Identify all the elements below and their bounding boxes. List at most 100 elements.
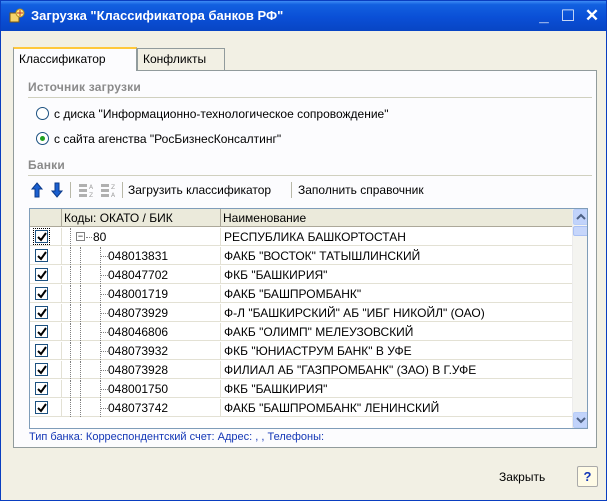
minimize-button[interactable]: _ xyxy=(533,6,555,26)
tree-line xyxy=(70,399,71,417)
row-checkbox[interactable] xyxy=(35,401,48,414)
maximize-button[interactable]: □ xyxy=(557,6,579,26)
tree-line xyxy=(86,237,92,238)
code-cell: −80 xyxy=(62,228,221,246)
check-cell xyxy=(30,380,62,398)
code-cell: 048073742 xyxy=(62,399,221,417)
tree-line xyxy=(70,342,71,360)
tree-line xyxy=(70,361,71,379)
scroll-up-button[interactable] xyxy=(573,209,587,225)
load-classifier-button[interactable]: Загрузить классификатор xyxy=(128,181,271,199)
banks-divider xyxy=(28,175,592,176)
table-row[interactable]: 048046806 ФАКБ "ОЛИМП" МЕЛЕУЗОВСКИЙ xyxy=(30,323,572,341)
scroll-thumb[interactable] xyxy=(573,226,587,236)
radio-source-site-label: с сайта агенства "РосБизнесКонсалтинг" xyxy=(54,132,282,146)
name-cell: ФАКБ "БАШПРОМБАНК" ЛЕНИНСКИЙ xyxy=(221,399,572,417)
table-row[interactable]: 048073932 ФКБ "ЮНИАСТРУМ БАНК" В УФЕ xyxy=(30,342,572,360)
row-name: Ф-Л "БАШКИРСКИЙ" АБ "ИБГ НИКОЙЛ" (ОАО) xyxy=(224,306,485,320)
tree-line xyxy=(80,380,81,398)
col-header-codes[interactable]: Коды: ОКАТО / БИК xyxy=(62,209,221,227)
tree-line xyxy=(70,285,71,303)
code-cell: 048001750 xyxy=(62,380,221,398)
svg-text:Z: Z xyxy=(111,184,115,191)
table-row[interactable]: 048013831 ФАКБ "ВОСТОК" ТАТЫШЛИНСКИЙ xyxy=(30,247,572,265)
row-code: 80 xyxy=(93,230,107,244)
tree-line xyxy=(100,332,108,333)
name-cell: ФИЛИАЛ АБ "ГАЗПРОМБАНК" (ЗАО) В Г.УФЕ xyxy=(221,361,572,379)
move-down-icon[interactable] xyxy=(50,181,64,199)
source-group-title: Источник загрузки xyxy=(28,80,141,94)
svg-text:A: A xyxy=(89,184,94,191)
sort-descending-icon[interactable]: Z A xyxy=(100,181,118,199)
tree-line xyxy=(70,266,71,284)
sort-ascending-icon[interactable]: A Z xyxy=(78,181,96,199)
row-name: ФАКБ "ВОСТОК" ТАТЫШЛИНСКИЙ xyxy=(224,249,421,263)
row-checkbox[interactable] xyxy=(35,249,48,262)
table-row[interactable]: 048073742 ФАКБ "БАШПРОМБАНК" ЛЕНИНСКИЙ xyxy=(30,399,572,417)
tree-line xyxy=(100,408,108,409)
tab-conflicts[interactable]: Конфликты xyxy=(137,48,225,71)
row-checkbox[interactable] xyxy=(35,382,48,395)
row-checkbox[interactable] xyxy=(35,344,48,357)
row-name: ФАКБ "БАШПРОМБАНК" xyxy=(224,287,362,301)
tree-line xyxy=(80,285,81,303)
check-icon xyxy=(37,289,47,299)
name-cell: ФАКБ "БАШПРОМБАНК" xyxy=(221,285,572,303)
check-icon xyxy=(37,346,47,356)
col-header-name[interactable]: Наименование xyxy=(221,209,572,227)
table-row[interactable]: 048073928 ФИЛИАЛ АБ "ГАЗПРОМБАНК" (ЗАО) В… xyxy=(30,361,572,379)
table-row[interactable]: 048001750 ФКБ "БАШКИРИЯ" xyxy=(30,380,572,398)
banks-toolbar: A Z Z A Загрузить классификатор Заполнит… xyxy=(28,179,592,201)
check-cell xyxy=(30,342,62,360)
tree-line xyxy=(100,294,108,295)
row-name: РЕСПУБЛИКА БАШКОРТОСТАН xyxy=(224,230,406,244)
tree-line xyxy=(80,323,81,341)
check-icon xyxy=(37,365,47,375)
row-code: 048046806 xyxy=(108,325,169,339)
fill-directory-button[interactable]: Заполнить справочник xyxy=(298,181,424,199)
row-name: ФКБ "ЮНИАСТРУМ БАНК" В УФЕ xyxy=(224,344,412,358)
move-up-icon[interactable] xyxy=(30,181,44,199)
row-code: 048013831 xyxy=(108,249,169,263)
check-cell xyxy=(30,247,62,265)
scroll-down-button[interactable] xyxy=(573,412,587,428)
radio-dot xyxy=(40,136,45,141)
check-icon xyxy=(37,270,47,280)
title-bar[interactable]: Загрузка "Классификатора банков РФ" _ □ … xyxy=(1,1,606,31)
table-row[interactable]: −80 РЕСПУБЛИКА БАШКОРТОСТАН xyxy=(30,228,572,246)
close-window-button[interactable]: ✕ xyxy=(581,6,603,26)
name-cell: Ф-Л "БАШКИРСКИЙ" АБ "ИБГ НИКОЙЛ" (ОАО) xyxy=(221,304,572,322)
name-cell: ФАКБ "ВОСТОК" ТАТЫШЛИНСКИЙ xyxy=(221,247,572,265)
table-row[interactable]: 048047702 ФКБ "БАШКИРИЯ" xyxy=(30,266,572,284)
tab-classifier[interactable]: Классификатор xyxy=(13,47,137,71)
tree-line xyxy=(100,389,108,390)
help-button[interactable]: ? xyxy=(577,466,598,487)
bottom-bar: Закрыть ? xyxy=(1,452,606,500)
row-name: ФКБ "БАШКИРИЯ" xyxy=(224,268,328,282)
tree-line xyxy=(70,380,71,398)
tree-line xyxy=(70,228,71,246)
bank-info-line: Тип банка: Корреспондентский счет: Адрес… xyxy=(29,431,325,443)
row-name: ФАКБ "ОЛИМП" МЕЛЕУЗОВСКИЙ xyxy=(224,325,414,339)
row-checkbox[interactable] xyxy=(35,325,48,338)
tree-collapse-icon[interactable]: − xyxy=(76,232,85,241)
row-checkbox[interactable] xyxy=(35,287,48,300)
row-checkbox[interactable] xyxy=(35,306,48,319)
row-checkbox[interactable] xyxy=(33,228,50,245)
row-code: 048001719 xyxy=(108,287,169,301)
name-cell: ФКБ "БАШКИРИЯ" xyxy=(221,266,572,284)
table-row[interactable]: 048001719 ФАКБ "БАШПРОМБАНК" xyxy=(30,285,572,303)
row-checkbox[interactable] xyxy=(35,363,48,376)
table-row[interactable]: 048073929 Ф-Л "БАШКИРСКИЙ" АБ "ИБГ НИКОЙЛ… xyxy=(30,304,572,322)
svg-text:A: A xyxy=(111,192,116,199)
banks-grid[interactable]: Коды: ОКАТО / БИК Наименование −80 РЕСПУБ… xyxy=(29,208,588,429)
row-checkbox[interactable] xyxy=(35,268,48,281)
row-code: 048073932 xyxy=(108,344,169,358)
close-button[interactable]: Закрыть xyxy=(499,468,545,486)
source-divider xyxy=(28,97,592,98)
col-header-check[interactable] xyxy=(30,209,62,227)
toolbar-separator xyxy=(291,182,292,198)
tree-line xyxy=(80,247,81,265)
chevron-up-icon xyxy=(576,213,586,220)
vertical-scrollbar[interactable] xyxy=(572,209,587,428)
